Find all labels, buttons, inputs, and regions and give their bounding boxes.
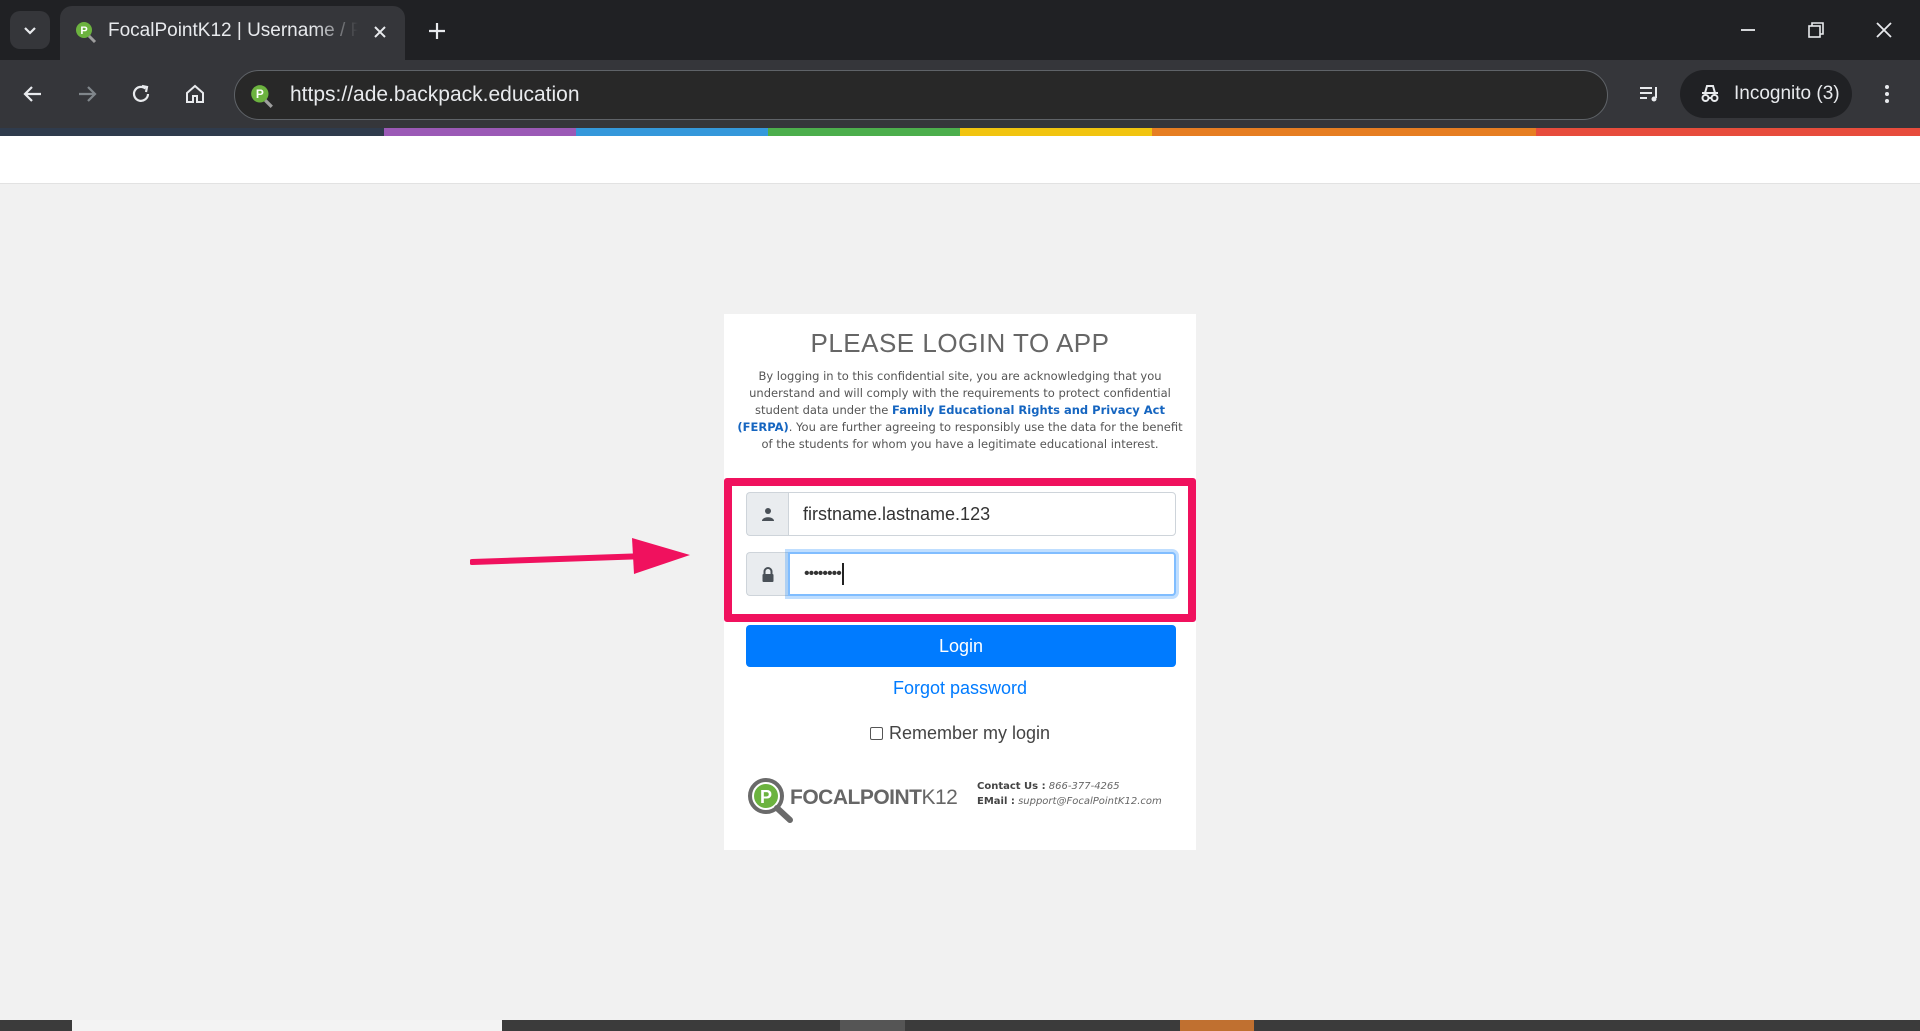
close-window-button[interactable] (1864, 12, 1904, 48)
incognito-label: Incognito (3) (1734, 83, 1840, 104)
remember-checkbox[interactable] (869, 727, 883, 740)
taskbar-search[interactable] (72, 1020, 502, 1031)
focalpoint-favicon-icon: P (76, 22, 97, 44)
forward-button[interactable] (70, 77, 104, 111)
taskbar-app-active[interactable] (1180, 1020, 1254, 1031)
color-strip-segment (1344, 128, 1536, 136)
site-info-icon[interactable]: P (249, 83, 275, 109)
annotation-arrow-icon (470, 538, 690, 574)
browser-tabbar: P FocalPointK12 | Username / Password Lo… (0, 0, 1920, 60)
color-strip-segment (960, 128, 1152, 136)
password-group: •••••••• (746, 552, 1176, 596)
password-addon (746, 552, 788, 596)
username-addon (746, 492, 788, 536)
browser-tab-active[interactable]: P FocalPointK12 | Username / Password Lo… (60, 6, 405, 60)
home-button[interactable] (178, 77, 212, 111)
minimize-icon (1741, 29, 1755, 31)
close-icon[interactable] (369, 21, 391, 43)
brand-color-strip (0, 128, 1920, 136)
svg-text:P: P (256, 87, 264, 101)
tab-search-button[interactable] (10, 11, 50, 49)
lock-icon (762, 566, 773, 582)
browser-toolbar: P https://ade.backpack.education Incogni… (0, 60, 1920, 128)
password-input[interactable]: •••••••• (788, 552, 1176, 596)
color-strip-segment (192, 128, 384, 136)
arrow-left-icon (23, 86, 41, 102)
svg-text:P: P (80, 25, 87, 37)
restore-button[interactable] (1796, 12, 1836, 48)
contact-phone: 866-377-4265 (1048, 781, 1120, 792)
logo-text-light: K12 (921, 786, 958, 809)
arrow-right-icon (79, 86, 97, 102)
color-strip-segment (1536, 128, 1728, 136)
browser-menu-button[interactable] (1870, 77, 1904, 111)
incognito-button[interactable]: Incognito (3) (1680, 70, 1852, 118)
forgot-password-link[interactable]: Forgot password (724, 678, 1196, 699)
password-value: •••••••• (804, 565, 842, 582)
page-header-bar (0, 136, 1920, 184)
username-group: firstname.lastname.123 (746, 492, 1176, 536)
user-icon (761, 508, 774, 521)
color-strip-segment (1152, 128, 1344, 136)
home-icon (186, 84, 204, 103)
email-value[interactable]: support@FocalPointK12.com (1018, 796, 1162, 807)
remember-login-row: Remember my login (724, 723, 1196, 744)
color-strip-segment (768, 128, 960, 136)
incognito-icon (1701, 85, 1719, 102)
remember-label[interactable]: Remember my login (889, 723, 1050, 744)
url-text[interactable]: https://ade.backpack.education (290, 83, 580, 107)
reload-button[interactable] (124, 77, 158, 111)
new-tab-icon[interactable] (422, 16, 452, 46)
close-window-icon (1876, 22, 1892, 38)
svg-text:P: P (760, 787, 772, 807)
kebab-menu-icon (1885, 85, 1889, 103)
taskbar-app[interactable] (840, 1020, 905, 1031)
color-strip-segment (384, 128, 576, 136)
address-bar[interactable]: P https://ade.backpack.education (234, 70, 1608, 120)
username-input[interactable]: firstname.lastname.123 (788, 492, 1176, 536)
restore-icon (1808, 22, 1824, 38)
login-button[interactable]: Login (746, 625, 1176, 667)
minimize-button[interactable] (1728, 12, 1768, 48)
notice-text-after: . You are further agreeing to responsibl… (761, 420, 1183, 451)
logo-wordmark: FOCALPOINTK12 (790, 786, 958, 810)
contact-label: Contact Us : (977, 781, 1046, 792)
back-button[interactable] (16, 77, 50, 111)
chevron-down-icon (24, 27, 36, 35)
os-taskbar (0, 1020, 1920, 1031)
username-value: firstname.lastname.123 (803, 503, 991, 524)
tab-title: FocalPointK12 | Username / Password Logi… (108, 20, 358, 41)
contact-info: Contact Us : 866-377-4265 EMail : suppor… (977, 779, 1162, 809)
media-controls-button[interactable] (1632, 77, 1666, 111)
logo-text-bold: FOCALPOINT (790, 786, 922, 809)
playlist-icon (1640, 87, 1657, 102)
text-caret (841, 563, 844, 585)
reload-icon (132, 84, 150, 102)
focalpoint-logo: P FOCALPOINTK12 (746, 776, 958, 826)
ferpa-notice: By logging in to this confidential site,… (734, 368, 1186, 453)
color-strip-segment (1728, 128, 1920, 136)
color-strip-segment (0, 128, 192, 136)
login-heading: PLEASE LOGIN TO APP (810, 328, 1110, 358)
login-panel: PLEASE LOGIN TO APP By logging in to thi… (724, 314, 1196, 850)
email-label: EMail : (977, 796, 1015, 807)
color-strip-segment (576, 128, 768, 136)
